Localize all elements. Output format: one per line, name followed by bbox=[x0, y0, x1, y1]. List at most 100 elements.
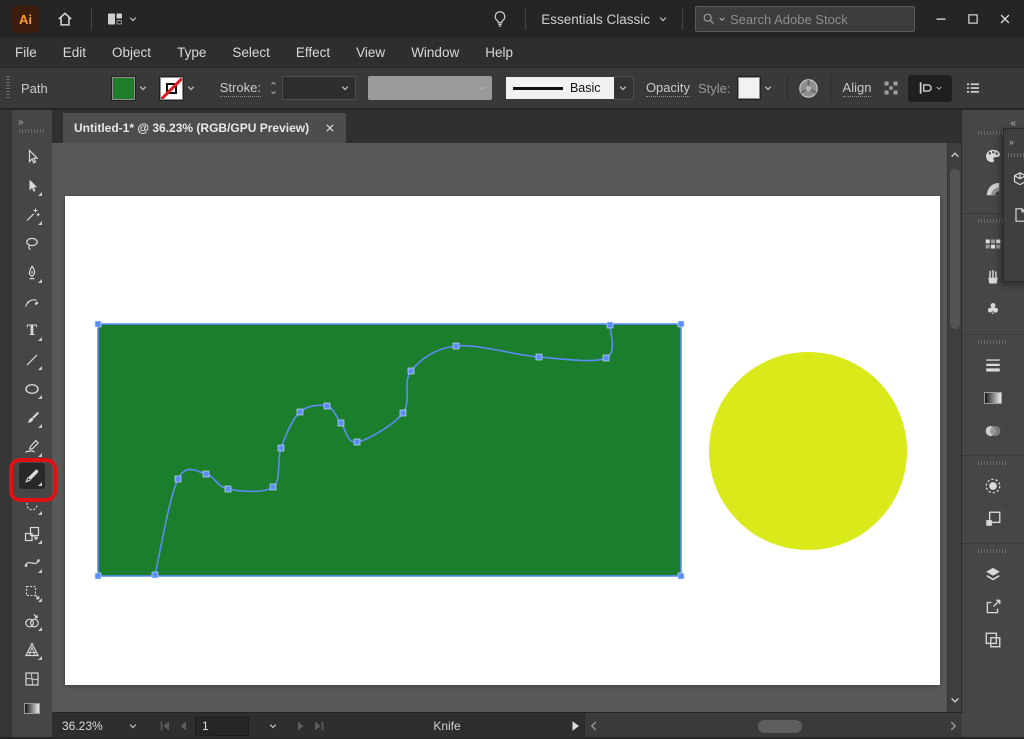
brush-dropdown-button[interactable] bbox=[614, 76, 634, 100]
panel-document-setup-button[interactable] bbox=[1004, 197, 1024, 233]
last-artboard-icon[interactable] bbox=[310, 718, 328, 734]
panel-appearance-button[interactable] bbox=[962, 469, 1024, 502]
app-logo[interactable]: Ai bbox=[12, 6, 39, 33]
menu-view[interactable]: View bbox=[343, 38, 398, 67]
first-artboard-icon[interactable] bbox=[156, 718, 174, 734]
anchor-point[interactable] bbox=[175, 476, 181, 482]
shape-builder-tool[interactable] bbox=[19, 608, 45, 634]
align-label[interactable]: Align bbox=[843, 80, 872, 97]
panel-symbols-button[interactable]: ♣ bbox=[962, 293, 1024, 326]
dock-group-grip[interactable] bbox=[978, 549, 1008, 553]
anchor-point[interactable] bbox=[270, 484, 276, 490]
anchor-point[interactable] bbox=[408, 368, 414, 374]
scroll-up-icon[interactable] bbox=[949, 149, 961, 161]
stroke-weight-dropdown[interactable] bbox=[282, 76, 356, 100]
horizontal-scrollbar[interactable] bbox=[584, 713, 962, 739]
close-button[interactable] bbox=[989, 6, 1021, 32]
anchor-point[interactable] bbox=[678, 573, 684, 579]
panel-3d-materials-button[interactable] bbox=[1004, 161, 1024, 197]
expand-tools-icon[interactable]: » bbox=[18, 117, 23, 128]
discover-lightbulb-icon[interactable] bbox=[491, 10, 509, 28]
line-segment-tool[interactable] bbox=[19, 347, 45, 373]
anchor-point[interactable] bbox=[95, 573, 101, 579]
panel-asset-export-button[interactable] bbox=[962, 590, 1024, 623]
menu-effect[interactable]: Effect bbox=[283, 38, 343, 67]
dock-group-grip[interactable] bbox=[978, 340, 1008, 344]
perspective-grid-tool[interactable] bbox=[19, 637, 45, 663]
scroll-down-icon[interactable] bbox=[949, 694, 961, 706]
menu-help[interactable]: Help bbox=[472, 38, 526, 67]
close-tab-icon[interactable] bbox=[325, 123, 335, 133]
search-input[interactable] bbox=[728, 11, 908, 28]
arrange-documents-button[interactable] bbox=[107, 11, 138, 27]
horizontal-scroll-thumb[interactable] bbox=[758, 720, 802, 733]
anchor-point[interactable] bbox=[278, 445, 284, 451]
previous-artboard-icon[interactable] bbox=[174, 718, 192, 734]
width-tool[interactable] bbox=[19, 550, 45, 576]
artboard-number-input[interactable]: 1 bbox=[195, 717, 249, 736]
anchor-point[interactable] bbox=[225, 486, 231, 492]
control-panel-menu-icon[interactable] bbox=[965, 80, 981, 96]
menu-select[interactable]: Select bbox=[219, 38, 283, 67]
panel-artboards-button[interactable] bbox=[962, 623, 1024, 656]
stroke-weight-stepper[interactable] bbox=[269, 80, 278, 96]
scroll-right-icon[interactable] bbox=[944, 719, 962, 733]
dock-group-grip[interactable] bbox=[978, 461, 1008, 465]
ellipse-tool[interactable] bbox=[19, 376, 45, 402]
chevron-down-icon[interactable] bbox=[268, 721, 278, 731]
recolor-artwork-icon[interactable] bbox=[798, 78, 819, 99]
align-to-selection-button[interactable] bbox=[908, 75, 952, 102]
expand-strip-icon[interactable]: » bbox=[1009, 137, 1013, 147]
free-transform-tool[interactable] bbox=[19, 579, 45, 605]
mesh-tool[interactable] bbox=[19, 666, 45, 692]
anchor-point[interactable] bbox=[536, 354, 542, 360]
chevron-up-icon[interactable] bbox=[269, 80, 278, 87]
scroll-left-icon[interactable] bbox=[585, 719, 603, 733]
panel-gradient-button[interactable] bbox=[962, 381, 1024, 414]
canvas-viewport[interactable] bbox=[52, 143, 948, 712]
align-objects-icon[interactable] bbox=[883, 80, 899, 96]
fill-color-swatch[interactable] bbox=[112, 77, 135, 100]
panel-transparency-button[interactable] bbox=[962, 414, 1024, 447]
adobe-stock-search[interactable] bbox=[695, 6, 915, 32]
scale-tool[interactable] bbox=[19, 521, 45, 547]
anchor-point[interactable] bbox=[678, 321, 684, 327]
green-rectangle-shape[interactable] bbox=[98, 324, 681, 576]
style-swatch[interactable] bbox=[738, 77, 760, 99]
panel-stroke-button[interactable] bbox=[962, 348, 1024, 381]
workspace-switcher[interactable]: Essentials Classic bbox=[541, 12, 668, 27]
anchor-point[interactable] bbox=[603, 355, 609, 361]
stroke-color-swatch[interactable] bbox=[160, 77, 183, 100]
chevron-down-icon[interactable] bbox=[186, 83, 196, 93]
anchor-point[interactable] bbox=[607, 322, 613, 328]
stroke-weight-label[interactable]: Stroke: bbox=[220, 80, 261, 97]
home-icon[interactable] bbox=[56, 10, 74, 28]
minimize-button[interactable] bbox=[925, 6, 957, 32]
chevron-down-icon[interactable] bbox=[138, 83, 148, 93]
magic-wand-tool[interactable] bbox=[19, 202, 45, 228]
selection-tool[interactable] bbox=[19, 144, 45, 170]
chevron-down-icon[interactable] bbox=[269, 89, 278, 96]
menu-window[interactable]: Window bbox=[398, 38, 472, 67]
paintbrush-tool[interactable] bbox=[19, 405, 45, 431]
zoom-level-control[interactable]: 36.23% bbox=[52, 719, 148, 733]
pen-tool[interactable] bbox=[19, 260, 45, 286]
panel-layers-button[interactable] bbox=[962, 557, 1024, 590]
anchor-point[interactable] bbox=[400, 410, 406, 416]
document-tab[interactable]: Untitled-1* @ 36.23% (RGB/GPU Preview) bbox=[63, 113, 346, 143]
next-artboard-icon[interactable] bbox=[292, 718, 310, 734]
curvature-tool[interactable] bbox=[19, 289, 45, 315]
anchor-point[interactable] bbox=[324, 403, 330, 409]
type-tool[interactable]: T bbox=[19, 318, 45, 344]
control-bar-grip[interactable] bbox=[6, 76, 10, 100]
chevron-down-icon[interactable] bbox=[763, 83, 773, 93]
gradient-tool[interactable] bbox=[19, 695, 45, 721]
anchor-point[interactable] bbox=[297, 409, 303, 415]
shaper-tool[interactable] bbox=[19, 434, 45, 460]
menu-file[interactable]: File bbox=[2, 38, 50, 67]
yellow-circle-shape[interactable] bbox=[709, 352, 907, 550]
anchor-point[interactable] bbox=[338, 420, 344, 426]
brush-definition-dropdown[interactable]: Basic bbox=[506, 77, 614, 99]
anchor-point[interactable] bbox=[95, 321, 101, 327]
menu-edit[interactable]: Edit bbox=[50, 38, 99, 67]
